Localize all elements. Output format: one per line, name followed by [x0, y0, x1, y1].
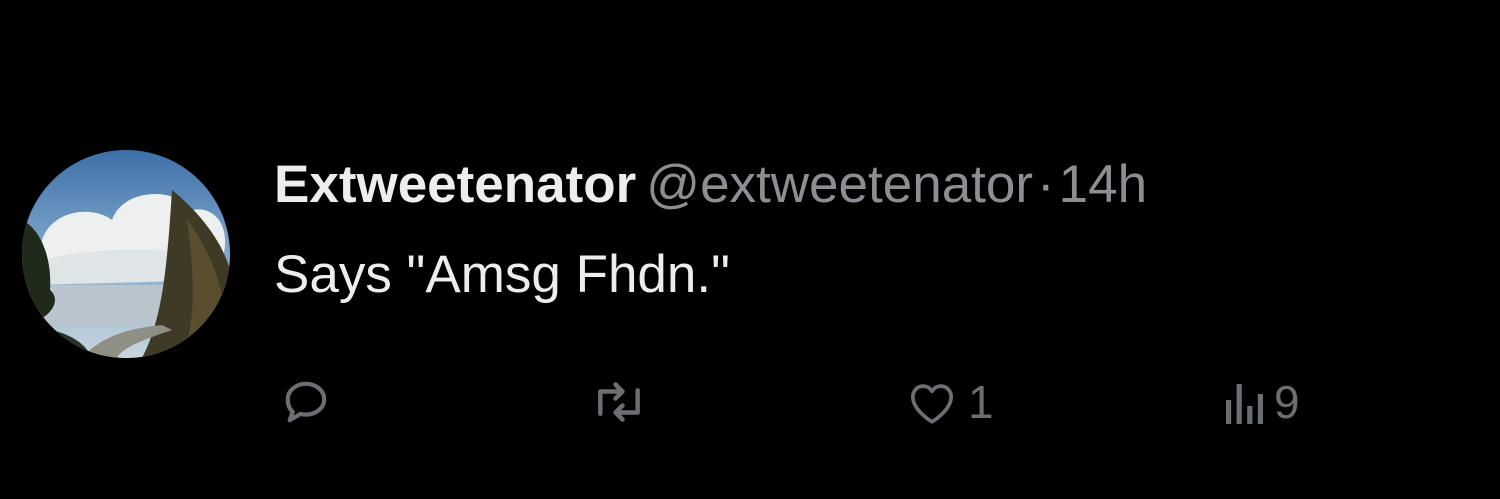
like-count: 1	[968, 376, 994, 428]
reply-button[interactable]	[278, 370, 334, 434]
tweet-text: Says "Amsg Fhdn."	[274, 245, 730, 304]
views-button[interactable]: 9	[1222, 370, 1300, 434]
retweet-button[interactable]	[588, 370, 650, 434]
user-handle[interactable]: @extweetenator	[646, 155, 1033, 214]
like-button[interactable]: 1	[904, 370, 994, 434]
tweet[interactable]: Extweetenator @extweetenator·14h Says "Am…	[0, 0, 1500, 499]
retweet-icon	[598, 382, 640, 422]
action-bar: 1 9	[0, 370, 1500, 434]
display-name[interactable]: Extweetenator	[274, 155, 636, 214]
timestamp[interactable]: 14h	[1059, 155, 1147, 214]
heart-icon	[911, 384, 953, 424]
separator-dot: ·	[1037, 155, 1055, 214]
views-count: 9	[1274, 376, 1300, 428]
reply-icon	[285, 381, 327, 423]
views-chart-icon	[1226, 384, 1263, 424]
avatar[interactable]	[22, 150, 230, 358]
avatar-image	[22, 150, 230, 358]
tweet-header: Extweetenator @extweetenator·14h	[274, 150, 1147, 220]
